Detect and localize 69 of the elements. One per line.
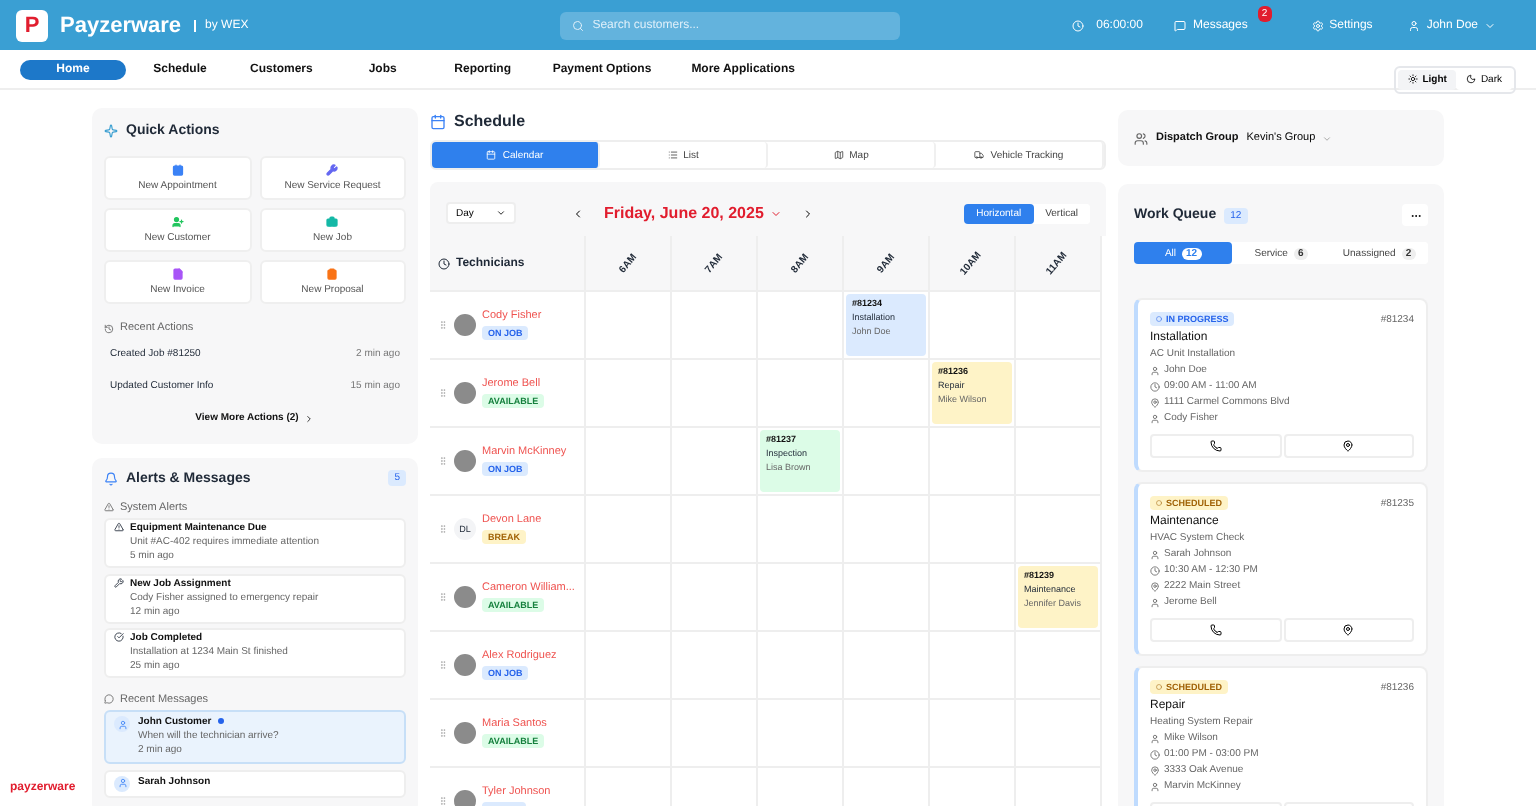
truck-icon	[974, 150, 985, 160]
photo-placeholder	[454, 382, 476, 404]
location-button[interactable]	[1283, 434, 1414, 458]
logo: P	[16, 9, 48, 41]
photo-placeholder	[454, 450, 476, 472]
message-icon	[104, 694, 114, 704]
chevron-right-icon	[801, 207, 814, 219]
pin-icon	[1342, 624, 1355, 636]
warning-icon	[114, 522, 124, 532]
wrench-icon	[114, 577, 124, 587]
location-button[interactable]	[1283, 618, 1414, 642]
clock-icon	[1150, 381, 1160, 391]
user-icon	[1150, 781, 1160, 791]
more-button[interactable]	[1402, 204, 1428, 226]
pin-icon	[1150, 581, 1160, 591]
page-title: Schedule	[454, 112, 526, 130]
chevron-left-icon	[572, 207, 584, 219]
pin-icon	[1342, 440, 1355, 452]
user-icon	[1150, 597, 1160, 607]
phone-icon	[1209, 624, 1222, 636]
search-icon	[572, 19, 585, 31]
sun-icon	[1408, 74, 1419, 84]
unread-dot	[217, 718, 224, 725]
chevron-down-icon	[769, 207, 782, 219]
message-icon	[1174, 19, 1187, 31]
settings-icon	[1311, 19, 1324, 31]
user-icon	[1150, 413, 1160, 423]
user-icon	[1150, 549, 1160, 559]
call-button[interactable]	[1150, 434, 1281, 458]
map-icon	[833, 150, 844, 160]
check-circle-icon	[114, 632, 124, 642]
photo-placeholder	[454, 654, 476, 676]
circle-icon	[1156, 684, 1162, 690]
clock-icon	[438, 257, 450, 269]
photo-placeholder	[454, 314, 476, 336]
call-button[interactable]	[1150, 618, 1281, 642]
chevron-right-icon	[304, 413, 315, 423]
previous-button[interactable]	[572, 207, 584, 219]
list-icon	[667, 150, 678, 160]
time-slot	[930, 496, 1016, 564]
chevron-down-icon	[496, 208, 506, 218]
history-icon	[104, 323, 114, 333]
bell-icon	[104, 471, 118, 485]
photo-placeholder	[454, 722, 476, 744]
chevron-down-icon	[1484, 19, 1496, 31]
users-icon	[1134, 131, 1148, 145]
user-icon	[1150, 733, 1160, 743]
calendar-icon	[430, 113, 446, 129]
photo-placeholder	[454, 586, 476, 608]
chevron-down-icon	[1321, 133, 1332, 143]
photo-placeholder	[454, 790, 476, 806]
moon-icon	[1466, 74, 1477, 84]
circle-icon	[1156, 316, 1162, 322]
sparkle-icon	[104, 124, 118, 138]
brand-name: Payzerware	[60, 13, 182, 37]
circle-icon	[1156, 500, 1162, 506]
user-icon	[1408, 19, 1421, 31]
phone-icon	[1209, 440, 1222, 452]
pin-icon	[1150, 765, 1160, 775]
clock-icon	[1150, 565, 1160, 575]
clock-icon	[1072, 19, 1085, 31]
clock-icon	[1150, 749, 1160, 759]
user-icon	[1150, 365, 1160, 375]
time-slot	[672, 360, 758, 428]
next-button[interactable]	[801, 207, 814, 219]
calendar-icon	[486, 150, 497, 160]
warning-icon	[104, 502, 114, 512]
pin-icon	[1150, 397, 1160, 407]
date-picker[interactable]: Friday, June 20, 2025	[604, 204, 782, 222]
